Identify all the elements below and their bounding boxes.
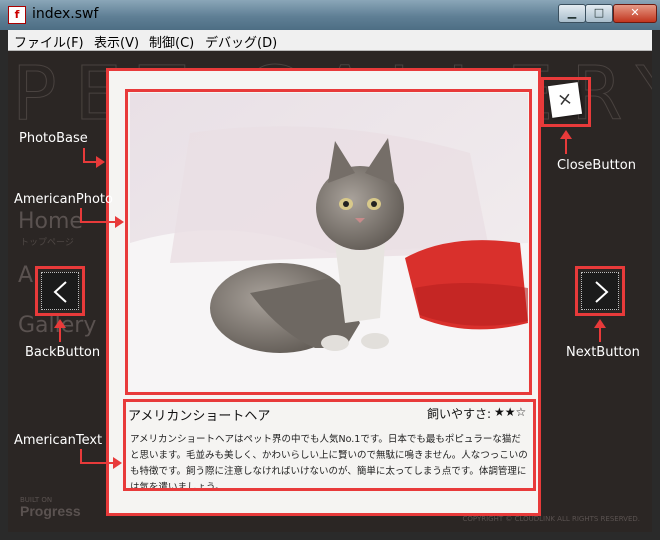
arrow-american-text-h xyxy=(80,462,114,464)
callout-next-button: NextButton xyxy=(566,345,640,360)
arrow-back-v xyxy=(59,327,61,342)
window-title: index.swf xyxy=(32,6,99,22)
menu-bar: ファイル(F) 表示(V) 制御(C) デバッグ(D) xyxy=(8,30,652,51)
arrow-next-v xyxy=(599,327,601,342)
callout-back-button: BackButton xyxy=(25,345,101,360)
arrow-close-v xyxy=(565,138,567,154)
menu-view[interactable]: 表示(V) xyxy=(94,32,139,51)
arrow-photo-base-v xyxy=(83,148,85,162)
close-button-highlight xyxy=(541,77,591,127)
close-icon: ✕ xyxy=(630,6,640,19)
maximize-button[interactable]: □ xyxy=(585,4,613,23)
maximize-icon: □ xyxy=(593,6,605,19)
flash-player-window: f index.swf ▁ □ ✕ ファイル(F) 表示(V) 制御(C) デバ… xyxy=(0,0,660,540)
callout-photo-base: PhotoBase xyxy=(19,131,88,146)
bg-nav-home-sub: トップページ xyxy=(20,238,74,248)
title-bar[interactable]: f index.swf ▁ □ ✕ xyxy=(0,0,660,30)
arrow-american-text-head xyxy=(113,457,122,469)
arrow-photo-base-head xyxy=(96,156,105,168)
arrow-american-photo-head xyxy=(115,216,124,228)
menu-control[interactable]: 制御(C) xyxy=(149,32,194,51)
arrow-photo-base-h xyxy=(83,161,97,163)
bg-nav-home: Home xyxy=(18,209,83,234)
minimize-button[interactable]: ▁ xyxy=(558,4,586,23)
menu-debug[interactable]: デバッグ(D) xyxy=(205,32,277,51)
callout-american-text: AmericanText xyxy=(14,433,103,448)
american-text-highlight xyxy=(123,399,536,491)
bg-nav-a: A xyxy=(18,263,34,288)
arrow-american-text-v xyxy=(80,449,82,463)
flash-icon: f xyxy=(8,6,26,24)
callout-american-photo: AmericanPhoto xyxy=(14,192,113,207)
arrow-american-photo-h xyxy=(80,221,116,223)
next-button-highlight xyxy=(575,266,625,316)
callout-close-button: CloseButton xyxy=(557,158,636,173)
american-photo-highlight xyxy=(125,89,532,395)
arrow-american-photo-v xyxy=(80,208,82,222)
back-button-highlight xyxy=(35,266,85,316)
minimize-icon: ▁ xyxy=(567,6,577,19)
close-window-button[interactable]: ✕ xyxy=(613,4,657,23)
menu-file[interactable]: ファイル(F) xyxy=(14,32,84,51)
bg-copyright: COPYRIGHT © CLOUDLINK ALL RIGHTS RESERVE… xyxy=(462,515,641,523)
bg-progress-logo: Progress xyxy=(20,503,81,519)
